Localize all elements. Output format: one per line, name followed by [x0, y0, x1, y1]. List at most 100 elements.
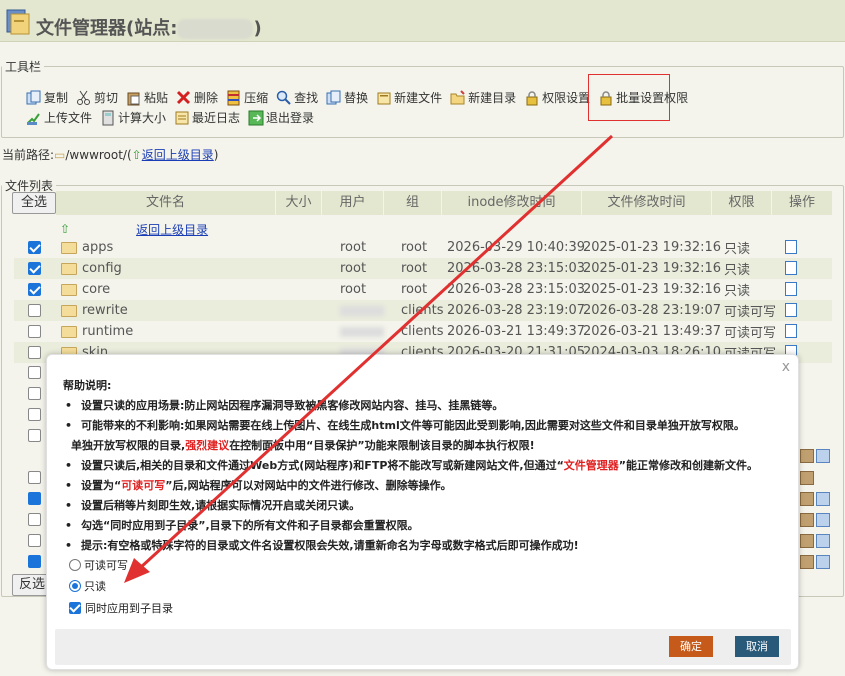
file-permission[interactable]: 只读	[724, 259, 750, 278]
file-name[interactable]: runtime	[82, 324, 322, 339]
row-action-icons[interactable]	[800, 492, 832, 506]
file-name[interactable]: core	[82, 282, 322, 297]
help-item: 设置后稍等片刻即生效,请根据实际情况开启或关闭只读。	[63, 496, 788, 516]
toolbar-button-label: 计算大小	[118, 111, 167, 125]
row-checkbox[interactable]	[28, 325, 41, 338]
toolbar-button[interactable]: 查找	[276, 89, 318, 106]
file-name[interactable]: rewrite	[82, 303, 322, 318]
toolbar-button-label: 上传文件	[44, 111, 93, 125]
cancel-button[interactable]: 取消	[735, 636, 779, 657]
table-row[interactable]: core root root 2026-03-28 23:15:03 2025-01-2…	[14, 279, 832, 300]
toolbar-button[interactable]: 新建文件	[376, 89, 442, 106]
row-checkbox[interactable]	[28, 283, 41, 296]
col-user[interactable]: 用户	[322, 191, 384, 215]
table-row[interactable]: apps root root 2026-03-29 10:40:39 2025-01-2…	[14, 237, 832, 258]
toolbar-button[interactable]: 退出登录	[248, 109, 314, 126]
inode-time: 2026-03-28 23:15:03	[447, 282, 586, 297]
row-checkbox[interactable]	[28, 346, 41, 359]
help-item: 设置只读的应用场景:防止网站因程序漏洞导致被黑客修改网站内容、挂马、挂黑链等。	[63, 396, 788, 416]
row-action-icons[interactable]	[800, 555, 832, 569]
help-item: 提示:有空格或特殊字符的目录或文件名设置权限会失效,请重新命名为字母或数字格式后…	[63, 536, 788, 556]
upload-icon	[27, 112, 40, 125]
row-action-icons[interactable]	[800, 449, 832, 463]
apply-subdirs-checkbox[interactable]	[69, 602, 81, 614]
toolbar-button-label: 剪切	[94, 91, 119, 105]
toolbar-button[interactable]: 最近日志	[174, 109, 240, 126]
toolbar-button-label: 退出登录	[266, 111, 315, 125]
row-checkbox[interactable]	[28, 408, 41, 421]
table-row[interactable]: runtime clients 2026-03-21 13:49:37 2026-03…	[14, 321, 832, 342]
col-filename[interactable]: 文件名	[56, 191, 276, 215]
file-permission[interactable]: 可读可写	[724, 322, 776, 341]
option-read-write[interactable]: 可读可写	[69, 557, 128, 573]
help-item: 设置为“可读可写”后,网站程序可以对网站中的文件进行修改、删除等操作。	[63, 476, 788, 496]
toolbar-button[interactable]: 压缩	[226, 89, 268, 106]
col-mtime[interactable]: 文件修改时间	[582, 191, 712, 215]
edit-icon[interactable]	[785, 303, 797, 317]
file-name[interactable]: config	[82, 261, 322, 276]
back-to-parent-row-link[interactable]: 返回上级目录	[136, 221, 208, 238]
help-item: 设置只读后,相关的目录和文件通过Web方式(网站程序)和FTP将不能改写或新建网…	[63, 456, 788, 476]
toolbar-button[interactable]: 计算大小	[100, 109, 166, 126]
toolbar-button[interactable]: 剪切	[76, 89, 118, 106]
permission-settings-highlight	[588, 74, 670, 121]
row-checkbox[interactable]	[28, 304, 41, 317]
inode-time: 2026-03-29 10:40:39	[447, 240, 586, 255]
row-checkbox[interactable]	[28, 387, 41, 400]
modified-time: 2025-01-23 19:32:16	[583, 261, 722, 276]
select-all-button[interactable]: 全选	[12, 192, 56, 214]
inode-time: 2026-03-21 13:49:37	[447, 324, 586, 339]
row-action-icons[interactable]	[800, 534, 832, 548]
up-folder-icon: ⇧	[60, 222, 71, 236]
toolbar-button[interactable]: 替换	[326, 89, 368, 106]
toolbar-button[interactable]: 复制	[26, 89, 68, 106]
col-inode-time[interactable]: inode修改时间	[442, 191, 582, 215]
table-row[interactable]: config root root 2026-03-28 23:15:03 2025-01…	[14, 258, 832, 279]
edit-icon[interactable]	[785, 240, 797, 254]
row-checkbox[interactable]	[28, 534, 41, 547]
col-permission[interactable]: 权限	[712, 191, 772, 215]
option-apply-subdirs[interactable]: 同时应用到子目录	[69, 600, 173, 616]
row-action-icons[interactable]	[800, 513, 832, 527]
row-checkbox[interactable]	[28, 492, 41, 505]
file-name[interactable]: apps	[82, 240, 322, 255]
table-row[interactable]: rewrite clients 2026-03-28 23:19:07 2026-03…	[14, 300, 832, 321]
folder-icon	[61, 304, 77, 317]
new-folder-icon	[450, 89, 465, 104]
row-checkbox[interactable]	[28, 262, 41, 275]
file-manager-logo-icon	[6, 9, 30, 35]
row-checkbox[interactable]	[28, 471, 41, 484]
file-permission[interactable]: 只读	[724, 238, 750, 257]
col-size[interactable]: 大小	[276, 191, 322, 215]
folder-icon	[61, 262, 77, 275]
close-icon[interactable]: x	[782, 359, 790, 375]
row-action-icons[interactable]	[800, 471, 832, 485]
toolbar-button[interactable]: 删除	[176, 89, 218, 106]
option-read-only[interactable]: 只读	[69, 578, 106, 594]
col-group[interactable]: 组	[384, 191, 442, 215]
edit-icon[interactable]	[785, 261, 797, 275]
edit-icon[interactable]	[785, 324, 797, 338]
toolbar-button-label: 最近日志	[192, 111, 241, 125]
toolbar-legend: 工具栏	[5, 60, 42, 74]
toolbar-button[interactable]: 粘贴	[126, 89, 168, 106]
back-to-parent-link[interactable]: 返回上级目录	[142, 148, 214, 162]
file-permission[interactable]: 可读可写	[724, 301, 776, 320]
toolbar-button-label: 查找	[294, 91, 319, 105]
edit-icon[interactable]	[785, 282, 797, 296]
row-checkbox[interactable]	[28, 366, 41, 379]
confirm-button[interactable]: 确定	[669, 636, 713, 657]
toolbar-button[interactable]: 上传文件	[26, 109, 92, 126]
file-permission[interactable]: 只读	[724, 280, 750, 299]
up-arrow-icon: ⇧	[131, 148, 142, 162]
row-checkbox[interactable]	[28, 555, 41, 568]
toolbar-button[interactable]: 新建目录	[450, 89, 516, 106]
row-checkbox[interactable]	[28, 513, 41, 526]
toolbar-button[interactable]: 权限设置	[524, 89, 590, 106]
back-row: ⇧ 返回上级目录	[60, 220, 208, 238]
radio-read-only[interactable]	[69, 580, 81, 592]
radio-read-write[interactable]	[69, 559, 81, 571]
row-checkbox[interactable]	[28, 429, 41, 442]
row-checkbox[interactable]	[28, 241, 41, 254]
table-header: 文件名 大小 用户 组 inode修改时间 文件修改时间 权限 操作	[56, 191, 832, 215]
